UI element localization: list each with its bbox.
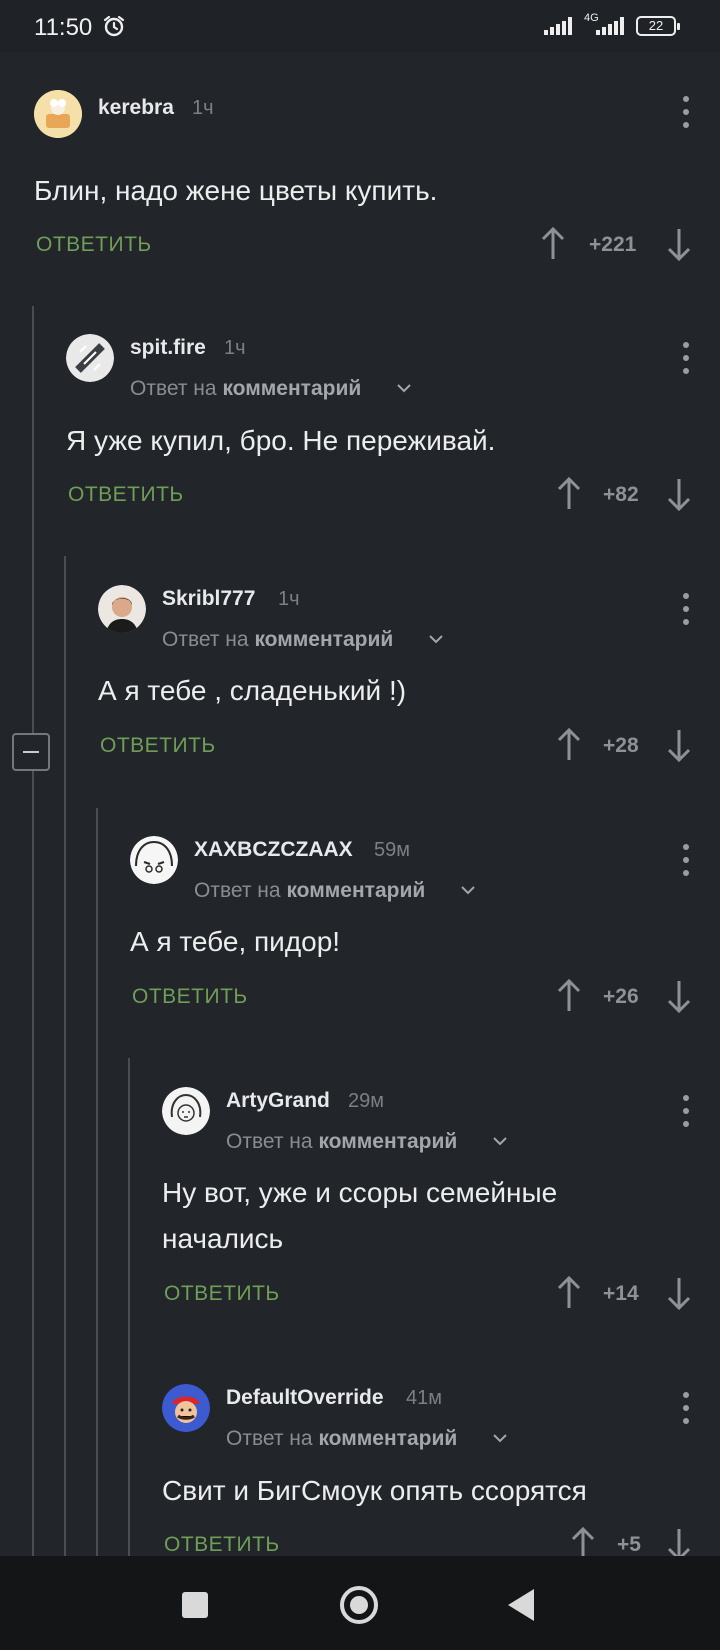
avatar[interactable] — [162, 1087, 210, 1135]
avatar[interactable] — [162, 1384, 210, 1432]
downvote-arrow-icon[interactable] — [666, 729, 692, 763]
reply-to-prefix: Ответ на — [162, 628, 249, 651]
avatar-image — [98, 585, 146, 633]
reply-to-link[interactable]: Ответ на комментарий — [162, 628, 393, 652]
comment-text: Свит и БигСмоук опять ссорятся — [162, 1475, 587, 1506]
reply-to-prefix: Ответ на — [226, 1130, 313, 1153]
upvote-arrow-icon[interactable] — [540, 226, 566, 260]
downvote-arrow-icon[interactable] — [666, 980, 692, 1014]
avatar-image — [162, 1384, 210, 1432]
avatar-image — [34, 90, 82, 138]
comment-author[interactable]: ArtyGrand — [226, 1089, 330, 1113]
comment-time: 41м — [406, 1387, 442, 1409]
comment-text: А я тебе , сладенький !) — [98, 675, 407, 706]
reply-to-target: комментарий — [222, 377, 362, 400]
reply-button[interactable]: ОТВЕТИТЬ — [68, 483, 184, 507]
chevron-down-icon[interactable] — [492, 1133, 508, 1149]
battery-level: 22 — [648, 18, 664, 33]
chevron-down-icon[interactable] — [492, 1430, 508, 1446]
comment-score: +26 — [603, 985, 639, 1008]
downvote-arrow-icon[interactable] — [666, 1528, 692, 1556]
reply-button[interactable]: ОТВЕТИТЬ — [36, 233, 152, 257]
upvote-arrow-icon[interactable] — [570, 1526, 596, 1556]
comment-author[interactable]: kerebra — [98, 96, 174, 120]
comment: Skribl777 1ч Ответ на комментарий А я те… — [0, 573, 720, 773]
comment-time: 1ч — [224, 337, 246, 359]
comment-menu-icon[interactable] — [682, 96, 690, 130]
reply-button[interactable]: ОТВЕТИТЬ — [164, 1533, 280, 1556]
comment-text: А я тебе, пидор! — [130, 926, 341, 957]
comment-text: Ну вот, уже и ссоры семейные начались — [162, 1177, 558, 1254]
reply-button[interactable]: ОТВЕТИТЬ — [100, 734, 216, 758]
chevron-down-icon[interactable] — [460, 882, 476, 898]
comment: kerebra 1ч Блин, надо жене цветы купить.… — [0, 82, 720, 282]
signal-icon — [544, 17, 572, 35]
reply-to-link[interactable]: Ответ на комментарий — [226, 1130, 457, 1154]
comment-author[interactable]: XAXBCZCZAAX — [194, 838, 353, 862]
comment-menu-icon[interactable] — [682, 342, 690, 376]
alarm-clock-icon — [103, 15, 125, 37]
reply-to-target: комментарий — [254, 628, 394, 651]
home-button[interactable] — [340, 1586, 378, 1624]
avatar[interactable] — [34, 90, 82, 138]
comment: XAXBCZCZAAX 59м Ответ на комментарий А я… — [0, 824, 720, 1024]
comment-score: +221 — [589, 233, 637, 256]
reply-to-prefix: Ответ на — [194, 879, 281, 902]
comment: ArtyGrand 29м Ответ на комментарий Ну во… — [0, 1075, 720, 1315]
comment-score: +82 — [603, 483, 639, 506]
reply-to-prefix: Ответ на — [130, 377, 217, 400]
status-time: 11:50 — [34, 14, 93, 41]
comment-menu-icon[interactable] — [682, 844, 690, 878]
avatar[interactable] — [98, 585, 146, 633]
reply-to-target: комментарий — [318, 1427, 458, 1450]
chevron-down-icon[interactable] — [428, 631, 444, 647]
comment-author[interactable]: DefaultOverride — [226, 1386, 384, 1410]
comment-time: 29м — [348, 1090, 384, 1112]
reply-to-link[interactable]: Ответ на комментарий — [194, 879, 425, 903]
comment-text: Блин, надо жене цветы купить. — [34, 175, 438, 206]
reply-to-target: комментарий — [318, 1130, 458, 1153]
back-button[interactable] — [508, 1589, 534, 1621]
downvote-arrow-icon[interactable] — [666, 228, 692, 262]
upvote-arrow-icon[interactable] — [556, 476, 582, 510]
comment-menu-icon[interactable] — [682, 1392, 690, 1426]
comment-time: 1ч — [192, 97, 214, 119]
reply-to-target: комментарий — [286, 879, 426, 902]
status-bar: 11:50 4G 22 — [0, 0, 720, 52]
reply-to-link[interactable]: Ответ на комментарий — [226, 1427, 457, 1451]
reply-to-prefix: Ответ на — [226, 1427, 313, 1450]
reply-to-link[interactable]: Ответ на комментарий — [130, 377, 361, 401]
battery-icon: 22 — [636, 16, 680, 36]
avatar[interactable] — [66, 334, 114, 382]
comment-author[interactable]: Skribl777 — [162, 587, 255, 611]
comment-menu-icon[interactable] — [682, 593, 690, 627]
comment-score: +14 — [603, 1282, 639, 1305]
reply-button[interactable]: ОТВЕТИТЬ — [164, 1282, 280, 1306]
comment-score: +28 — [603, 734, 639, 757]
system-nav-bar — [0, 1556, 720, 1650]
comment: DefaultOverride 41м Ответ на комментарий… — [0, 1372, 720, 1556]
signal-icon-2 — [596, 17, 624, 35]
reply-button[interactable]: ОТВЕТИТЬ — [132, 985, 248, 1009]
avatar[interactable] — [130, 836, 178, 884]
comment-score: +5 — [617, 1533, 641, 1556]
downvote-arrow-icon[interactable] — [666, 478, 692, 512]
comment-author[interactable]: spit.fire — [130, 336, 206, 360]
comment-time: 1ч — [278, 588, 300, 610]
chevron-down-icon[interactable] — [396, 380, 412, 396]
upvote-arrow-icon[interactable] — [556, 1275, 582, 1309]
comment-menu-icon[interactable] — [682, 1095, 690, 1129]
comment-text: Я уже купил, бро. Не переживай. — [66, 425, 496, 456]
upvote-arrow-icon[interactable] — [556, 978, 582, 1012]
recent-apps-button[interactable] — [182, 1592, 208, 1618]
downvote-arrow-icon[interactable] — [666, 1277, 692, 1311]
avatar-image — [130, 836, 178, 884]
avatar-image — [162, 1087, 210, 1135]
comment: spit.fire 1ч Ответ на комментарий Я уже … — [0, 322, 720, 522]
comment-time: 59м — [374, 839, 410, 861]
upvote-arrow-icon[interactable] — [556, 727, 582, 761]
avatar-image — [66, 334, 114, 382]
